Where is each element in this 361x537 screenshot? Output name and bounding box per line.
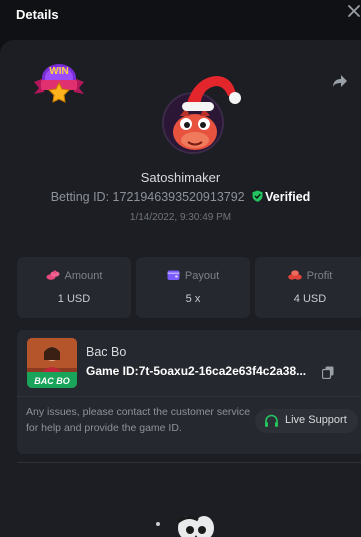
betting-id-row: Betting ID: 1721946393520913792 Verified: [0, 190, 361, 204]
mascot-eyes-icon: [150, 512, 216, 537]
stat-amount: Amount 1 USD: [17, 257, 131, 318]
thumbnail-text: BAC BO: [34, 376, 70, 386]
stat-profit-value: 4 USD: [293, 293, 327, 305]
stat-payout-label: Payout: [184, 270, 220, 282]
username: Satoshimaker: [140, 170, 221, 185]
live-support-label: Live Support: [285, 414, 347, 426]
verified-label: Verified: [265, 190, 311, 204]
share-icon[interactable]: [331, 72, 349, 90]
stat-profit-label: Profit: [306, 270, 333, 282]
betting-id-label: Betting ID:: [50, 190, 110, 204]
game-card: BAC BO Bac Bo Game ID:7t-5oaxu2-16ca2e63…: [17, 330, 361, 454]
support-notice: Any issues, please contact the customer …: [26, 406, 251, 434]
win-badge-icon: WIN: [30, 60, 88, 106]
santa-hat-icon: [180, 72, 244, 116]
game-thumbnail[interactable]: BAC BO: [27, 338, 77, 388]
close-icon[interactable]: [347, 4, 361, 18]
win-badge-text: WIN: [49, 66, 68, 77]
game-id-label: Game ID:: [86, 364, 139, 378]
stat-amount-label: Amount: [64, 270, 103, 282]
coins-icon: [46, 270, 60, 280]
copy-icon[interactable]: [321, 366, 334, 380]
stat-amount-value: 1 USD: [57, 293, 91, 305]
bottom-divider: [17, 462, 361, 463]
headset-icon: [265, 414, 278, 427]
top-bar: Details: [0, 0, 361, 34]
wallet-icon: [167, 270, 180, 280]
page-title: Details: [16, 7, 59, 22]
stat-profit: Profit 4 USD: [255, 257, 361, 318]
avatar: [162, 76, 241, 156]
stat-payout-value: 5 x: [185, 293, 201, 305]
betting-id-value: 1721946393520913792: [112, 190, 245, 204]
game-name: Bac Bo: [86, 345, 127, 359]
verified-shield-icon: [252, 190, 263, 202]
divider: [17, 396, 361, 397]
stat-payout: Payout 5 x: [136, 257, 250, 318]
live-support-button[interactable]: Live Support: [255, 409, 358, 433]
bet-datetime: 1/14/2022, 9:30:49 PM: [129, 212, 232, 223]
game-id-value: 7t-5oaxu2-16ca2e63f4c2a38...: [138, 364, 307, 378]
game-id: Game ID:7t-5oaxu2-16ca2e63f4c2a38...: [86, 364, 306, 378]
profit-icon: [287, 270, 302, 280]
